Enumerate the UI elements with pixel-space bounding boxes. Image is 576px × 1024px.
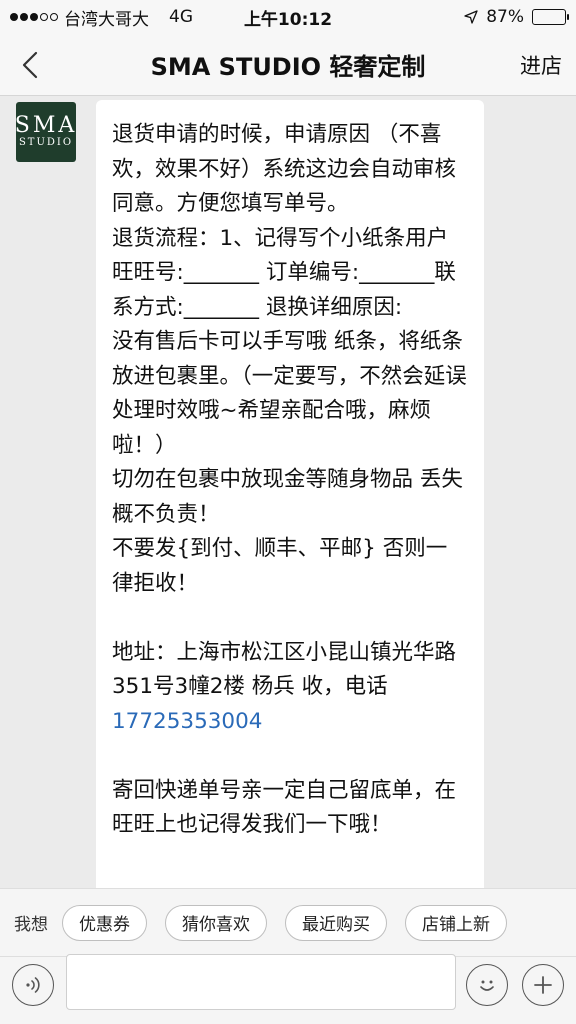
chip-coupon[interactable]: 优惠券	[62, 904, 147, 941]
avatar[interactable]: SMA STUDIO	[16, 102, 76, 162]
message-text: 退货流程：1、记得写个小纸条用户旺旺号:_______ 订单编号:_______…	[112, 225, 456, 320]
message-text: 没有售后卡可以手写哦 纸条，将纸条放进包裹里。（一定要写，不然会延误处理时效哦~…	[112, 329, 467, 458]
avatar-logo-subtext: STUDIO	[18, 137, 74, 148]
emoji-button[interactable]	[466, 964, 508, 1006]
carrier-name: 台湾大哥大	[64, 9, 149, 30]
message-text: 寄回快递单号亲一定自己留底单，在旺旺上也记得发我们一下哦！	[112, 777, 457, 838]
message-input[interactable]	[66, 954, 456, 1010]
back-button[interactable]	[0, 34, 60, 96]
message-text: 退货申请的时候，申请原因 （不喜欢，效果不好）系统这边会自动审核同意。方便您填写…	[112, 122, 457, 216]
message-address: 地址：上海市松江区小昆山镇光华路351号3幢2楼 杨兵 收，电话 1772535…	[112, 636, 468, 740]
battery-icon	[532, 9, 569, 25]
phone-link[interactable]: 17725353004	[112, 709, 262, 734]
message-text: 不要发{到付、顺丰、平邮} 否则一律拒收！	[112, 536, 448, 596]
chip-new-arrivals[interactable]: 店铺上新	[405, 904, 507, 941]
quick-reply-label: 我想	[14, 915, 48, 935]
nav-bar: SMA STUDIO 轻奢定制 进店	[0, 34, 576, 96]
chip-guess-you-like[interactable]: 猜你喜欢	[165, 904, 267, 941]
page-title: SMA STUDIO 轻奢定制	[150, 53, 426, 81]
smiley-icon	[480, 980, 494, 991]
enter-shop-button[interactable]: 进店	[520, 50, 562, 80]
battery-percent: 87%	[486, 7, 524, 27]
chat-area[interactable]: SMA STUDIO 退货申请的时候，申请原因 （不喜欢，效果不好）系统这边会自…	[0, 96, 576, 888]
message-text: 切勿在包裹中放现金等随身物品 丢失概不负责！	[112, 467, 463, 527]
avatar-logo-text: SMA	[16, 113, 76, 138]
plus-icon	[534, 976, 552, 994]
more-button[interactable]	[522, 964, 564, 1006]
voice-icon	[26, 977, 40, 993]
quick-reply-bar: 我想 优惠券 猜你喜欢 最近购买 店铺上新	[0, 888, 576, 956]
location-arrow-icon	[464, 10, 478, 24]
chevron-left-icon	[22, 51, 38, 78]
chip-recent-purchases[interactable]: 最近购买	[285, 904, 387, 941]
status-bar: 台湾大哥大 4G 上午10:12 87%	[0, 0, 576, 34]
input-bar	[0, 954, 576, 1024]
signal-strength-icon	[10, 13, 58, 21]
message-bubble[interactable]: 退货申请的时候，申请原因 （不喜欢，效果不好）系统这边会自动审核同意。方便您填写…	[96, 100, 484, 888]
voice-button[interactable]	[12, 964, 54, 1006]
network-type: 4G	[169, 7, 193, 27]
address-text: 地址：上海市松江区小昆山镇光华路351号3幢2楼 杨兵 收，电话	[112, 639, 457, 700]
